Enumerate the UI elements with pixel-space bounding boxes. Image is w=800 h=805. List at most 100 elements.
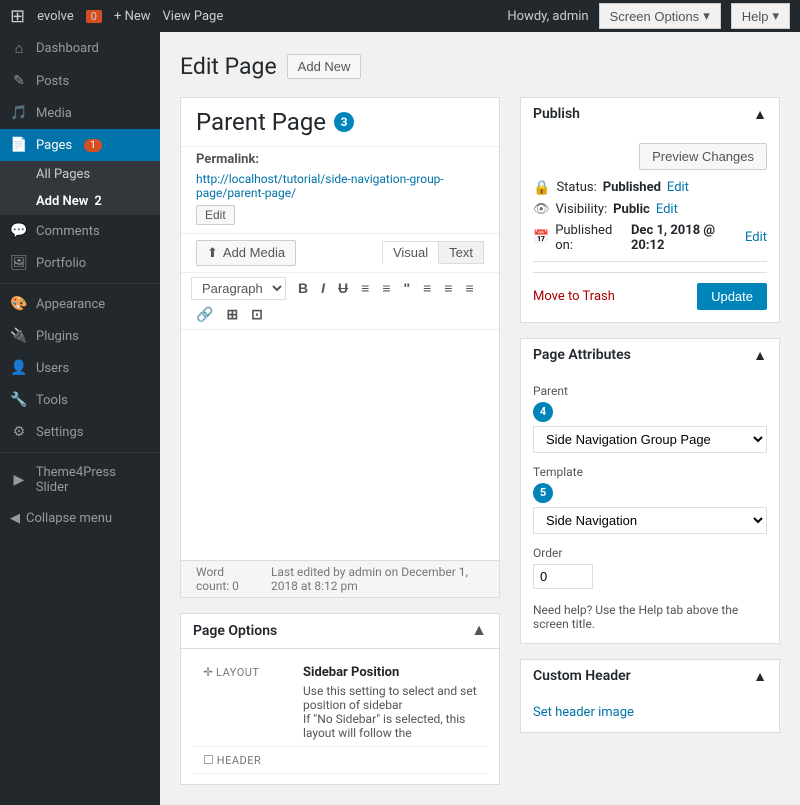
sidebar-item-label: Comments <box>36 224 100 239</box>
permalink-edit-button[interactable]: Edit <box>196 205 235 225</box>
sidebar-item-plugins[interactable]: 🔌 Plugins <box>0 320 160 352</box>
help-button[interactable]: Help ▾ <box>731 3 790 29</box>
custom-header-toggle-icon: ▲ <box>753 668 767 685</box>
sidebar-item-tools[interactable]: 🔧 Tools <box>0 384 160 416</box>
status-label: Status: <box>556 180 596 195</box>
sidebar-position-title: Sidebar Position <box>303 665 399 680</box>
sidebar-item-label: Appearance <box>36 297 105 312</box>
word-count-text: Word count: 0 <box>196 565 251 593</box>
screen-options-button[interactable]: Screen Options ▾ <box>599 3 721 29</box>
published-label: Published on: <box>555 223 625 253</box>
publish-date-row: 📅 Published on: Dec 1, 2018 @ 20:12 Edit <box>533 223 767 253</box>
post-title-text: Parent Page <box>196 108 326 136</box>
sidebar-item-label: Settings <box>36 425 83 440</box>
portfolio-icon: 🖼 <box>10 255 28 271</box>
add-new-badge: 2 <box>94 194 101 209</box>
table-row: ✛ LAYOUT Sidebar Position Use this setti… <box>193 659 487 747</box>
wp-logo-icon[interactable]: ⊞ <box>10 6 25 27</box>
template-select[interactable]: Default TemplateSide Navigation <box>533 507 767 534</box>
published-edit-link[interactable]: Edit <box>745 230 767 245</box>
editor-mode-tabs: Visual Text <box>382 241 484 264</box>
sidebar-item-pages[interactable]: 📄 Pages 1 <box>0 129 160 161</box>
visibility-value: Public <box>613 202 650 217</box>
editor-content-area[interactable] <box>181 330 499 560</box>
set-header-image-link[interactable]: Set header image <box>533 705 634 720</box>
page-options-toggle[interactable]: ▲ <box>471 622 487 640</box>
publish-panel-header[interactable]: Publish ▲ <box>521 98 779 131</box>
main-column: Parent Page 3 Permalink: http://localhos… <box>180 97 500 785</box>
sidebar-item-dashboard[interactable]: ⌂ Dashboard <box>0 32 160 65</box>
custom-header-panel-header[interactable]: Custom Header ▲ <box>521 660 779 693</box>
italic-button[interactable]: I <box>316 277 330 299</box>
update-button[interactable]: Update <box>697 283 767 310</box>
sidebar-item-comments[interactable]: 💬 Comments <box>0 215 160 247</box>
sidebar-item-media[interactable]: 🎵 Media <box>0 97 160 129</box>
publish-panel-body: Preview Changes 🔒 Status: Published Edit… <box>521 131 779 322</box>
page-attributes-title: Page Attributes <box>533 347 631 363</box>
page-options-header[interactable]: Page Options ▲ <box>181 614 499 649</box>
sidebar-item-portfolio[interactable]: 🖼 Portfolio <box>0 247 160 279</box>
sidebar-item-settings[interactable]: ⚙ Settings <box>0 416 160 448</box>
parent-select[interactable]: (no parent)Side Navigation Group Page <box>533 426 767 453</box>
page-attributes-header[interactable]: Page Attributes ▲ <box>521 339 779 372</box>
order-input[interactable] <box>533 564 593 589</box>
sidebar-item-all-pages[interactable]: All Pages <box>0 161 160 188</box>
align-left-button[interactable]: ≡ <box>418 277 436 299</box>
menu-separator <box>0 283 160 284</box>
blockquote-button[interactable]: " <box>398 277 415 299</box>
site-name[interactable]: evolve <box>37 9 74 24</box>
pages-submenu: All Pages Add New 2 <box>0 161 160 215</box>
preview-changes-button[interactable]: Preview Changes <box>639 143 767 170</box>
pages-badge: 1 <box>84 139 102 152</box>
sidebar-position-note: If "No Sidebar" is selected, this layout… <box>303 712 477 740</box>
sidebar-item-theme4press[interactable]: ▶ Theme4Press Slider <box>0 457 160 503</box>
comments-count-badge[interactable]: 0 <box>86 10 102 23</box>
header-content-cell <box>293 746 487 773</box>
sidebar-item-label: Pages <box>36 138 72 153</box>
help-arrow-icon: ▾ <box>772 8 779 24</box>
published-value: Dec 1, 2018 @ 20:12 <box>631 223 739 253</box>
theme4press-icon: ▶ <box>10 472 28 488</box>
editor-toolbar: Paragraph B I U ≡ ≡ " ≡ ≡ ≡ 🔗 ⊞ ⊡ <box>181 272 499 330</box>
sidebar-item-users[interactable]: 👤 Users <box>0 352 160 384</box>
bold-button[interactable]: B <box>293 277 313 299</box>
publish-actions: Preview Changes <box>533 143 767 170</box>
link-button[interactable]: 🔗 <box>191 303 218 325</box>
status-value: Published <box>603 180 661 195</box>
text-tab[interactable]: Text <box>438 241 484 264</box>
view-page-btn[interactable]: View Page <box>163 9 224 24</box>
collapse-menu-button[interactable]: ◀ Collapse menu <box>0 503 160 534</box>
custom-header-body: Set header image <box>521 693 779 732</box>
settings-icon: ⚙ <box>10 424 28 440</box>
visual-tab[interactable]: Visual <box>382 241 438 264</box>
publish-visibility-row: 👁 Visibility: Public Edit <box>533 202 767 217</box>
status-edit-link[interactable]: Edit <box>667 180 689 195</box>
list-ul-button[interactable]: ≡ <box>356 277 374 299</box>
list-ol-button[interactable]: ≡ <box>377 277 395 299</box>
order-label: Order <box>533 546 767 560</box>
publish-bottom: Move to Trash Update <box>533 272 767 310</box>
align-center-button[interactable]: ≡ <box>439 277 457 299</box>
align-right-button[interactable]: ≡ <box>460 277 478 299</box>
sidebar-item-label: Portfolio <box>36 256 86 271</box>
page-options-title: Page Options <box>193 623 277 639</box>
move-to-trash-link[interactable]: Move to Trash <box>533 289 615 304</box>
main-layout: ⌂ Dashboard ✎ Posts 🎵 Media 📄 Pages 1 Al… <box>0 32 800 805</box>
status-bullet-icon: 🔒 <box>533 180 550 196</box>
add-media-button[interactable]: ⬆ Add Media <box>196 240 296 266</box>
sidebar-item-add-new[interactable]: Add New 2 <box>0 188 160 215</box>
add-new-page-button[interactable]: Add New <box>287 54 362 79</box>
strikethrough-button[interactable]: U <box>333 277 353 299</box>
permalink-link[interactable]: http://localhost/tutorial/side-navigatio… <box>196 172 484 200</box>
appearance-icon: 🎨 <box>10 296 28 312</box>
new-content-btn[interactable]: + New <box>114 9 151 24</box>
fullscreen-button[interactable]: ⊡ <box>246 303 268 325</box>
more-button[interactable]: ⊞ <box>221 303 243 325</box>
dashboard-icon: ⌂ <box>10 40 28 57</box>
visibility-edit-link[interactable]: Edit <box>656 202 678 217</box>
sidebar-item-posts[interactable]: ✎ Posts <box>0 65 160 97</box>
editor-box: Parent Page 3 Permalink: http://localhos… <box>180 97 500 598</box>
sidebar-position-desc: Use this setting to select and set posit… <box>303 684 477 712</box>
sidebar-item-appearance[interactable]: 🎨 Appearance <box>0 288 160 320</box>
format-select[interactable]: Paragraph <box>191 277 286 300</box>
